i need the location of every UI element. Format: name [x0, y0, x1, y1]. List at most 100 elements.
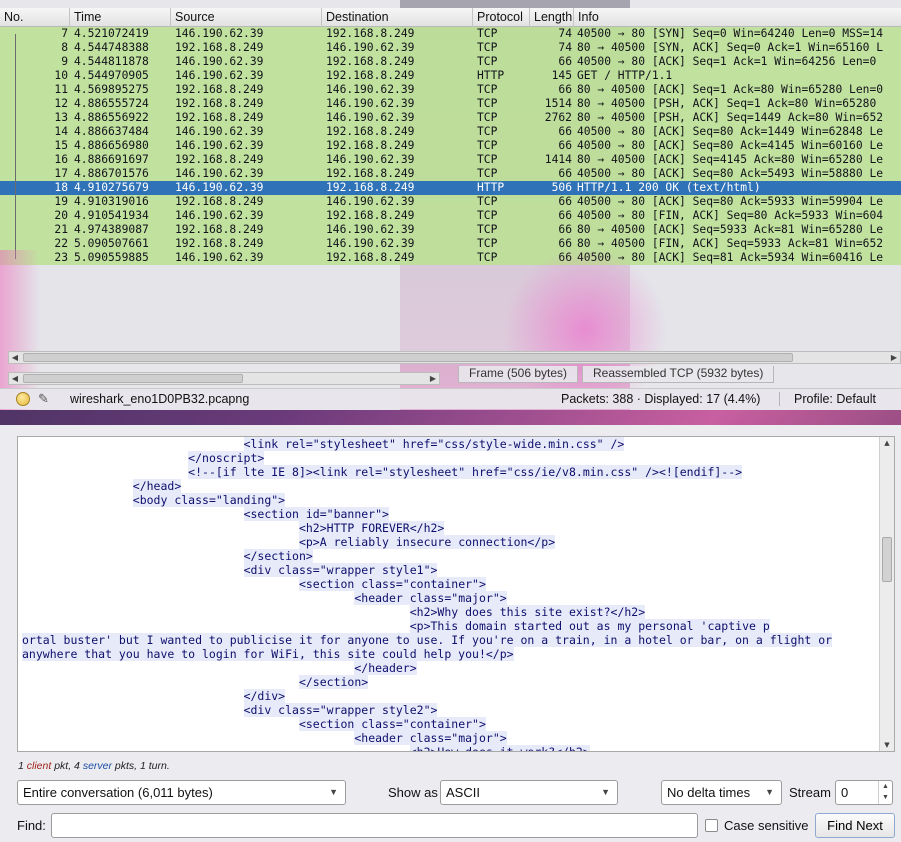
column-time[interactable]: Time	[70, 8, 171, 27]
stream-line-text: <body class="landing">	[132, 493, 286, 507]
packet-cell-src: 192.168.8.249	[175, 97, 264, 110]
client-pkt-count: 1	[18, 760, 24, 772]
packet-row[interactable]: 11 4.569895275 192.168.8.249 146.190.62.39 T…	[0, 83, 901, 97]
packet-row[interactable]: 10 4.544970905 146.190.62.39 192.168.8.249 H…	[0, 69, 901, 83]
tab-frame[interactable]: Frame (506 bytes)	[458, 366, 579, 383]
packet-row[interactable]: 16 4.886691697 192.168.8.249 146.190.62.39 T…	[0, 153, 901, 167]
find-input[interactable]	[51, 813, 698, 838]
scroll-left-icon[interactable]: ◀	[9, 373, 21, 384]
column-destination[interactable]: Destination	[322, 8, 473, 27]
spin-arrows-icon[interactable]: ▲ ▼	[878, 781, 892, 804]
packet-row[interactable]: 9 4.544811878 146.190.62.39 192.168.8.249 TC…	[0, 55, 901, 69]
conversation-tree-line	[15, 34, 16, 259]
scrollbar-thumb[interactable]	[23, 353, 793, 362]
packet-row[interactable]: 22 5.090507661 192.168.8.249 146.190.62.39 T…	[0, 237, 901, 251]
stream-label: Stream	[789, 785, 831, 800]
stream-line: <!--[if lte IE 8]><link rel="stylesheet"…	[22, 465, 878, 479]
packet-row[interactable]: 20 4.910541934 146.190.62.39 192.168.8.249 T…	[0, 209, 901, 223]
server-label: server	[82, 760, 112, 772]
delta-times-select[interactable]: No delta times ▼	[661, 780, 782, 805]
packet-cell-len: 66	[558, 251, 572, 264]
expert-info-icon[interactable]	[16, 392, 30, 406]
packet-row[interactable]: 8 4.544748388 192.168.8.249 146.190.62.39 TC…	[0, 41, 901, 55]
packet-cell-src: 192.168.8.249	[175, 153, 264, 166]
packet-cell-no: 13	[54, 111, 68, 124]
scrollbar-thumb[interactable]	[23, 374, 243, 383]
packet-list-hscrollbar[interactable]: ◀ ▶	[8, 351, 901, 364]
packet-cell-no: 15	[54, 139, 68, 152]
stream-text[interactable]: <link rel="stylesheet" href="css/style-w…	[22, 437, 878, 751]
case-sensitive-checkbox[interactable]	[705, 819, 718, 832]
find-label: Find:	[17, 818, 46, 833]
stream-content[interactable]: <link rel="stylesheet" href="css/style-w…	[17, 436, 895, 752]
packet-cell-time: 4.886555724	[74, 97, 149, 110]
packet-cell-no: 20	[54, 209, 68, 222]
packet-row[interactable]: 17 4.886701576 146.190.62.39 192.168.8.249 T…	[0, 167, 901, 181]
scroll-up-icon[interactable]: ▲	[880, 437, 894, 449]
status-divider	[779, 392, 780, 406]
column-source[interactable]: Source	[171, 8, 322, 27]
packet-list[interactable]: 7 4.521072419 146.190.62.39 192.168.8.249 TC…	[0, 27, 901, 265]
packet-cell-time: 4.544811878	[74, 55, 149, 68]
conversation-value: Entire conversation (6,011 bytes)	[23, 785, 213, 800]
scroll-down-icon[interactable]: ▼	[880, 739, 894, 751]
stream-line: <h2>Why does this site exist?</h2>	[22, 605, 878, 619]
packet-row[interactable]: 19 4.910319016 192.168.8.249 146.190.62.39 T…	[0, 195, 901, 209]
packet-cell-proto: TCP	[477, 195, 498, 208]
stream-number-value: 0	[841, 785, 849, 800]
packet-cell-info: 40500 → 80 [ACK] Seq=81 Ack=5934 Win=604…	[577, 251, 884, 264]
scroll-right-icon[interactable]: ▶	[888, 352, 900, 363]
find-next-button[interactable]: Find Next	[815, 813, 895, 838]
packet-cell-len: 66	[558, 125, 572, 138]
conversation-select[interactable]: Entire conversation (6,011 bytes) ▼	[17, 780, 346, 805]
packet-cell-time: 4.910319016	[74, 195, 149, 208]
stream-line: <div class="wrapper style2">	[22, 703, 878, 717]
packet-cell-len: 66	[558, 55, 572, 68]
case-sensitive-label[interactable]: Case sensitive	[724, 813, 809, 838]
packet-row[interactable]: 13 4.886556922 192.168.8.249 146.190.62.39 T…	[0, 111, 901, 125]
column-info[interactable]: Info	[574, 8, 901, 27]
packet-cell-dst: 192.168.8.249	[326, 167, 415, 180]
profile-label[interactable]: Profile: Default	[794, 389, 876, 409]
packet-cell-no: 19	[54, 195, 68, 208]
packet-cell-time: 4.886656980	[74, 139, 149, 152]
stream-line-text: <section id="banner">	[243, 507, 389, 521]
packet-cell-time: 4.886691697	[74, 153, 149, 166]
scrollbar-thumb[interactable]	[882, 537, 892, 582]
delta-times-value: No delta times	[667, 785, 751, 800]
packet-cell-no: 11	[54, 83, 68, 96]
tab-reassembled-tcp[interactable]: Reassembled TCP (5932 bytes)	[582, 366, 775, 383]
stream-line: <p>A reliably insecure connection</p>	[22, 535, 878, 549]
packet-cell-info: 40500 → 80 [ACK] Seq=1 Ack=1 Win=64256 L…	[577, 55, 877, 68]
packet-row[interactable]: 14 4.886637484 146.190.62.39 192.168.8.249 T…	[0, 125, 901, 139]
packet-row[interactable]: 12 4.886555724 192.168.8.249 146.190.62.39 T…	[0, 97, 901, 111]
packet-cell-no: 9	[61, 55, 68, 68]
show-as-select[interactable]: ASCII ▼	[440, 780, 618, 805]
packet-cell-src: 192.168.8.249	[175, 195, 264, 208]
capture-comment-icon[interactable]: ✎	[38, 389, 49, 409]
packet-row[interactable]: 18 4.910275679 146.190.62.39 192.168.8.249 H…	[0, 181, 901, 195]
column-protocol[interactable]: Protocol	[473, 8, 530, 27]
wallpaper-glow	[500, 250, 670, 410]
stream-number-spinbox[interactable]: 0 ▲ ▼	[835, 780, 893, 805]
column-length[interactable]: Length	[530, 8, 574, 27]
packet-cell-info: 40500 → 80 [ACK] Seq=80 Ack=1449 Win=628…	[577, 125, 884, 138]
stream-line-text: <h2>HTTP FOREVER</h2>	[298, 521, 445, 535]
packet-count: Packets: 388 · Displayed: 17 (4.4%)	[561, 392, 761, 406]
packet-cell-info: 80 → 40500 [ACK] Seq=1 Ack=80 Win=65280 …	[577, 83, 884, 96]
packet-cell-time: 4.886701576	[74, 167, 149, 180]
stream-line: </section>	[22, 549, 878, 563]
packet-row[interactable]: 21 4.974389087 192.168.8.249 146.190.62.39 T…	[0, 223, 901, 237]
scroll-right-icon[interactable]: ▶	[427, 373, 439, 384]
packet-row[interactable]: 7 4.521072419 146.190.62.39 192.168.8.249 TC…	[0, 27, 901, 41]
details-hscrollbar[interactable]: ◀ ▶	[8, 372, 440, 385]
packet-cell-time: 4.910275679	[74, 181, 149, 194]
scroll-left-icon[interactable]: ◀	[9, 352, 21, 363]
packet-row[interactable]: 23 5.090559885 146.190.62.39 192.168.8.249 T…	[0, 251, 901, 265]
column-no[interactable]: No.	[0, 8, 70, 27]
packet-row[interactable]: 15 4.886656980 146.190.62.39 192.168.8.249 T…	[0, 139, 901, 153]
packet-cell-src: 192.168.8.249	[175, 41, 264, 54]
packet-cell-time: 4.544748388	[74, 41, 149, 54]
packet-cell-len: 506	[551, 181, 572, 194]
stream-vscrollbar[interactable]: ▲ ▼	[879, 437, 894, 751]
